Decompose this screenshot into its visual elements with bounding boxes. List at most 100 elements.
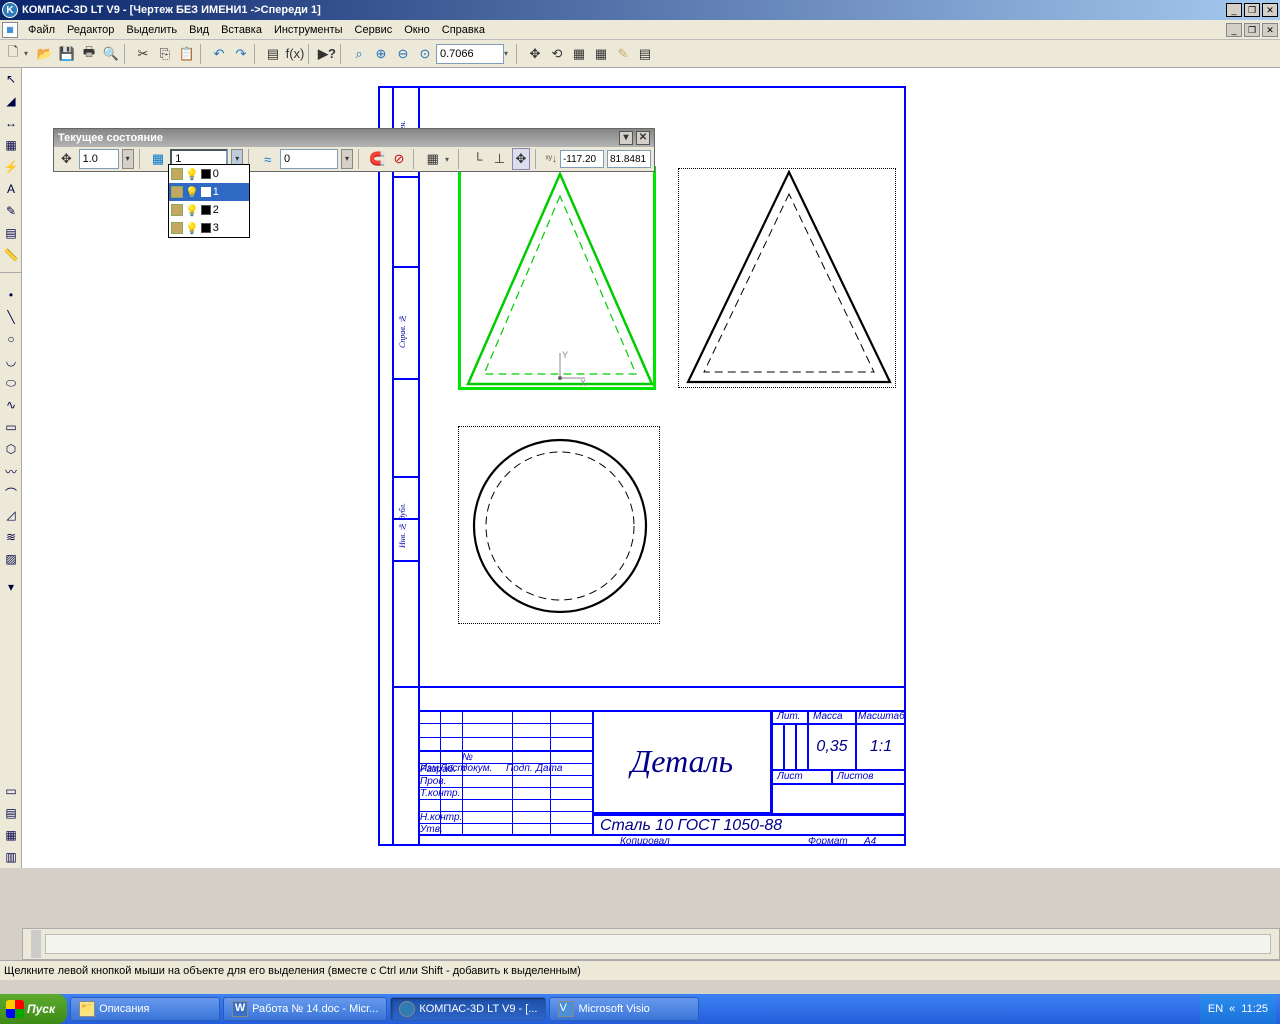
whatsthis-button[interactable]: ▶? [316,43,338,65]
hatch-fill-tool[interactable]: ▨ [1,549,21,569]
menu-help[interactable]: Справка [436,22,491,38]
taskbar-item-1[interactable]: WРабота № 14.doc - Micr... [223,997,387,1021]
minimize-button[interactable]: _ [1226,3,1242,17]
rebuild-button[interactable]: ✎ [612,43,634,65]
step-drop[interactable]: ▾ [122,149,134,169]
zoomwin-button[interactable]: ⌕ [348,43,370,65]
print-button[interactable]: 🖶 [78,43,100,65]
coord-y[interactable] [607,150,651,168]
props-button[interactable]: ▤ [262,43,284,65]
menu-file[interactable]: Файл [22,22,61,38]
layers-icon[interactable]: ▦ [149,148,168,170]
panel-btn2[interactable]: ▤ [1,803,21,823]
palette-button[interactable]: ▤ [634,43,656,65]
coord-x[interactable] [560,150,604,168]
step-input[interactable] [79,149,119,169]
pan-button[interactable]: ✥ [524,43,546,65]
save-button[interactable]: 💾 [56,43,78,65]
panel-btn1[interactable]: ▭ [1,781,21,801]
prev-view-button[interactable]: ⟲ [546,43,568,65]
layer-row-2[interactable]: 💡2 [169,201,249,219]
menu-tools[interactable]: Инструменты [268,22,349,38]
hatch-tool[interactable]: ▦ [1,135,21,155]
mdi-close[interactable]: ✕ [1262,23,1278,37]
params-tool[interactable]: ▤ [1,223,21,243]
spline-tool[interactable]: ∿ [1,395,21,415]
menu-select[interactable]: Выделить [120,22,183,38]
rect-tool[interactable]: ▭ [1,417,21,437]
windows-flag-icon [6,1000,24,1018]
vars-button[interactable]: f(x) [284,43,306,65]
layer-row-3[interactable]: 💡3 [169,219,249,237]
lang-indicator[interactable]: EN [1208,1003,1223,1015]
menu-insert[interactable]: Вставка [215,22,268,38]
open-button[interactable]: 📂 [34,43,56,65]
grid-icon[interactable]: ▦ [423,148,442,170]
copy-button[interactable]: ⎘ [154,43,176,65]
snap-off-icon[interactable]: ⊘ [390,148,409,170]
menu-view[interactable]: Вид [183,22,215,38]
zoom-dropdown[interactable]: ▾ [504,49,514,58]
chamfer-tool[interactable]: ◿ [1,505,21,525]
redraw-button[interactable]: ▦ [590,43,612,65]
undo-button[interactable]: ↶ [208,43,230,65]
zoomout-button[interactable]: ⊖ [392,43,414,65]
new-button[interactable]: 🗋 [2,43,24,65]
curve-tool[interactable]: 〰 [1,461,21,481]
equidist-tool[interactable]: ≋ [1,527,21,547]
start-button[interactable]: Пуск [0,994,67,1024]
linestyle-icon[interactable]: ≈ [258,148,277,170]
chevron-down-icon[interactable]: ▾ [1,577,21,597]
measure-tool[interactable]: 📏 [1,245,21,265]
tray-icon[interactable]: « [1229,1003,1235,1015]
geometry-tool[interactable]: ◢ [1,91,21,111]
layer-dropdown-list[interactable]: 💡0 💡1 💡2 💡3 [168,164,250,238]
line-tool[interactable]: ╲ [1,307,21,327]
refresh-button[interactable]: ▦ [568,43,590,65]
paste-button[interactable]: 📋 [176,43,198,65]
menu-service[interactable]: Сервис [349,22,399,38]
taskbar-item-3[interactable]: VMicrosoft Visio [549,997,699,1021]
ellipse-tool[interactable]: ⬭ [1,373,21,393]
float-close-icon[interactable]: ✕ [636,131,650,145]
system-tray[interactable]: EN « 11:25 [1200,994,1276,1024]
local-cs-icon[interactable]: ✥ [512,148,531,170]
style-input[interactable] [280,149,338,169]
point-tool[interactable]: • [1,285,21,305]
dimension-tool[interactable]: ↔ [1,113,21,133]
mdi-minimize[interactable]: _ [1226,23,1242,37]
ortho-icon[interactable]: └ [469,148,488,170]
taskbar-item-0[interactable]: 📁Описания [70,997,220,1021]
taskbar-item-2[interactable]: КОМПАС-3D LT V9 - [... [390,997,546,1021]
panel-btn4[interactable]: ▥ [1,847,21,867]
arc-tool[interactable]: ◡ [1,351,21,371]
perp-icon[interactable]: ⊥ [490,148,509,170]
fillet-tool[interactable]: ⌒ [1,483,21,503]
restore-button[interactable]: ❐ [1244,3,1260,17]
close-button[interactable]: ✕ [1262,3,1278,17]
style-drop[interactable]: ▾ [341,149,353,169]
redo-button[interactable]: ↷ [230,43,252,65]
zoomin-button[interactable]: ⊕ [370,43,392,65]
text-tool[interactable]: А [1,179,21,199]
preview-button[interactable]: 🔍 [100,43,122,65]
layer-row-0[interactable]: 💡0 [169,165,249,183]
float-dropdown-icon[interactable]: ▾ [619,131,633,145]
edit-tool[interactable]: ✎ [1,201,21,221]
cut-button[interactable]: ✂ [132,43,154,65]
constraint-tool[interactable]: ⚡ [1,157,21,177]
circle-tool[interactable]: ○ [1,329,21,349]
snap-on-icon[interactable]: 🧲 [368,148,387,170]
zoom-input[interactable] [436,44,504,64]
polygon-tool[interactable]: ⬡ [1,439,21,459]
panel-btn3[interactable]: ▦ [1,825,21,845]
zoomfit-button[interactable]: ⊙ [414,43,436,65]
pointer-tool[interactable]: ↖ [1,69,21,89]
float-titlebar[interactable]: Текущее состояние ▾ ✕ [54,129,654,147]
step-icon[interactable]: ✥ [57,148,76,170]
menu-window[interactable]: Окно [398,22,436,38]
layer-row-1[interactable]: 💡1 [169,183,249,201]
mdi-restore[interactable]: ❐ [1244,23,1260,37]
menu-editor[interactable]: Редактор [61,22,120,38]
current-state-toolbar[interactable]: Текущее состояние ▾ ✕ ✥ ▾ ▦ ▾ ≈ ▾ 🧲 ⊘ ▦▾… [53,128,655,172]
